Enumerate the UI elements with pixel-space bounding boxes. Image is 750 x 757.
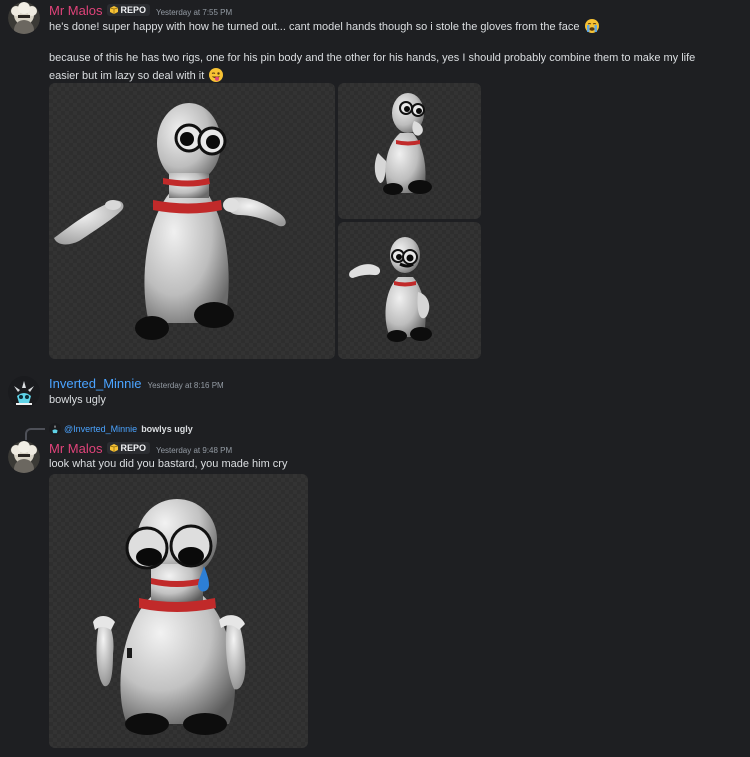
image-attachment-bowling-pin-crying[interactable] xyxy=(49,474,308,748)
message-text: because of this he has two rigs, one for… xyxy=(49,52,696,64)
message-3: @Inverted_Minnie bowlys ugly Mr Malos RE… xyxy=(0,420,750,757)
username[interactable]: Mr Malos xyxy=(49,441,102,456)
cube-icon xyxy=(110,6,119,14)
username[interactable]: Inverted_Minnie xyxy=(49,376,142,391)
message-text: look what you did you bastard, you made … xyxy=(49,458,288,470)
timestamp: Yesterday at 8:16 PM xyxy=(147,381,224,390)
bowling-pin-render xyxy=(93,499,246,735)
message-text: easier but im lazy so deal with it xyxy=(49,70,205,82)
message-text: bowlys ugly xyxy=(49,394,106,406)
repo-tag[interactable]: REPO xyxy=(107,4,150,16)
bowling-pin-render xyxy=(54,103,286,340)
avatar-mr-malos[interactable] xyxy=(8,441,40,473)
avatar-inverted-minnie[interactable] xyxy=(8,376,40,408)
timestamp: Yesterday at 7:55 PM xyxy=(155,8,233,17)
repo-tag-label: REPO xyxy=(120,5,146,15)
reply-text[interactable]: bowlys ugly xyxy=(141,424,193,434)
message-2: Inverted_Minnie Yesterday at 8:16 PM bow… xyxy=(0,370,750,415)
avatar-inverted-minnie-image xyxy=(8,376,40,408)
reply-author[interactable]: @Inverted_Minnie xyxy=(64,424,137,434)
reply-spine xyxy=(25,428,45,440)
reply-avatar xyxy=(49,423,61,435)
winking-tongue-face-emoji xyxy=(209,68,224,82)
message-text-line: easier but im lazy so deal with it xyxy=(49,68,224,82)
bowling-pin-render xyxy=(374,93,432,195)
repo-tag-label: REPO xyxy=(120,443,146,453)
image-attachment-bowling-pin-front[interactable] xyxy=(49,83,335,359)
repo-tag[interactable]: REPO xyxy=(107,442,150,454)
bowling-pin-render xyxy=(349,237,432,342)
crying-face-emoji xyxy=(584,19,599,33)
message-1: Mr Malos REPO Yesterday at 7:55 PM he's … xyxy=(0,0,750,360)
reply-preview[interactable]: @Inverted_Minnie bowlys ugly xyxy=(49,423,193,435)
username[interactable]: Mr Malos xyxy=(49,3,102,18)
message-text-line: he's done! super happy with how he turne… xyxy=(49,19,599,33)
cube-icon xyxy=(110,444,119,452)
message-text: he's done! super happy with how he turne… xyxy=(49,21,580,33)
avatar-mr-malos[interactable] xyxy=(8,2,40,34)
image-attachment-bowling-pin-wave[interactable] xyxy=(338,222,481,359)
image-attachment-bowling-pin-side[interactable] xyxy=(338,83,481,219)
avatar-mr-malos-image xyxy=(8,441,40,473)
timestamp: Yesterday at 9:48 PM xyxy=(155,446,233,455)
avatar-mr-malos-image xyxy=(8,2,40,34)
